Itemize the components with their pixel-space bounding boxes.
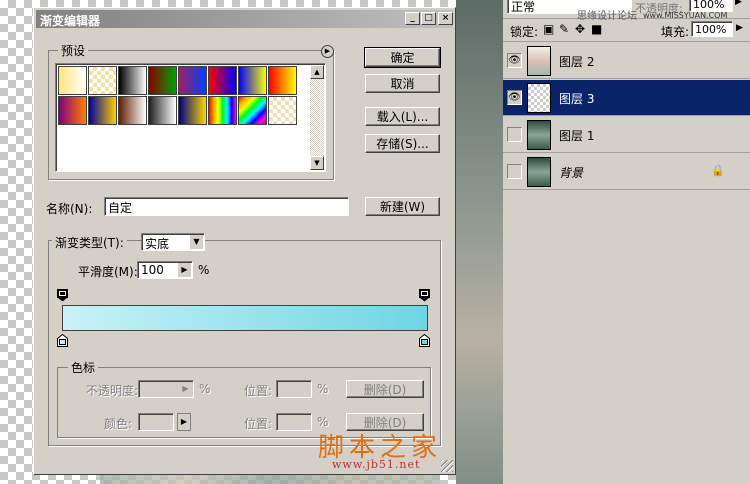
stop-color-location-field[interactable] <box>276 413 312 431</box>
smoothness-field[interactable]: 100 ▶ <box>137 261 193 279</box>
chevron-right-icon[interactable]: ▶ <box>178 263 191 277</box>
layer-name[interactable]: 背景 <box>559 164 583 181</box>
gradient-preview-bar[interactable] <box>62 305 428 331</box>
new-button[interactable]: 新建(W) <box>365 197 440 216</box>
name-label: 名称(N): <box>46 202 93 216</box>
stop-color-location-label: 位置: <box>244 417 273 431</box>
watermark-url: www.jb51.net <box>332 458 421 471</box>
delete-opacity-stop-button[interactable]: 删除(D) <box>346 380 424 398</box>
gradient-editor-dialog: 渐变编辑器 _ □ × 预设 ▶ ▲ ▼ 确定 取消 载入(L)... 存储(S)… <box>33 7 456 475</box>
resize-grip[interactable] <box>441 460 453 472</box>
preset-swatch[interactable] <box>118 96 147 125</box>
presets-menu-arrow-icon[interactable]: ▶ <box>321 45 334 58</box>
eye-icon[interactable]: 👁 <box>507 53 522 68</box>
preset-swatch[interactable] <box>268 96 297 125</box>
load-button[interactable]: 载入(L)... <box>365 107 440 126</box>
scroll-up-icon[interactable]: ▲ <box>310 65 324 79</box>
preset-swatch[interactable] <box>88 66 117 95</box>
color-stop-right[interactable] <box>419 333 430 347</box>
lock-transparent-icon[interactable]: ▣ <box>543 22 554 36</box>
smoothness-label: 平滑度(M): <box>78 265 138 279</box>
fill-label: 填充: <box>661 25 690 39</box>
stop-opacity-label: 不透明度: <box>86 384 139 398</box>
layer-row-1[interactable]: 图层 1 <box>503 117 750 153</box>
visibility-toggle[interactable] <box>507 164 522 179</box>
presets-list: ▲ ▼ <box>55 63 326 172</box>
preset-swatch[interactable] <box>178 66 207 95</box>
stop-opacity-location-percent: % <box>317 382 329 396</box>
stop-opacity-percent: % <box>199 382 211 396</box>
chevron-right-icon[interactable]: ▶ <box>735 0 742 7</box>
save-button[interactable]: 存储(S)... <box>365 134 440 153</box>
close-button[interactable]: × <box>438 12 453 25</box>
layer-thumbnail <box>527 157 551 187</box>
smoothness-value: 100 <box>141 263 164 277</box>
opacity-field[interactable]: 100% <box>689 0 733 12</box>
preset-swatch[interactable] <box>88 96 117 125</box>
layer-row-2[interactable]: 👁 图层 2 <box>503 43 750 79</box>
preset-swatch[interactable] <box>148 96 177 125</box>
dialog-titlebar[interactable]: 渐变编辑器 _ □ × <box>36 10 453 28</box>
lock-all-icon[interactable]: ■ <box>591 22 602 36</box>
stops-label: 色标 <box>68 359 99 376</box>
visibility-toggle[interactable] <box>507 127 522 142</box>
smoothness-percent: % <box>198 263 210 277</box>
cancel-button[interactable]: 取消 <box>365 74 440 93</box>
preset-swatch[interactable] <box>148 66 177 95</box>
preset-swatch[interactable] <box>58 96 87 125</box>
lock-label: 锁定: <box>510 25 539 39</box>
gradient-type-label: 渐变类型(T): <box>52 234 127 251</box>
minimize-button[interactable]: _ <box>405 12 420 25</box>
gradient-type-select[interactable]: 实底 ▼ <box>141 233 205 251</box>
dialog-title: 渐变编辑器 <box>40 14 101 28</box>
canvas-image-edge-right <box>456 0 503 484</box>
preset-swatch[interactable] <box>238 66 267 95</box>
presets-scrollbar[interactable]: ▲ ▼ <box>310 65 324 170</box>
preset-swatch[interactable] <box>58 66 87 95</box>
layers-toolbar: 正常 思缘设计论坛 不透明度: www.MISSYUAN.COM 100% ▶ <box>503 0 750 22</box>
blend-mode-value: 正常 <box>511 0 536 14</box>
opacity-value: 100% <box>693 0 725 11</box>
fill-value: 100% <box>695 23 727 36</box>
preset-swatch[interactable] <box>208 96 237 125</box>
lock-paint-icon[interactable]: ✎ <box>559 22 569 36</box>
color-menu-arrow-icon[interactable]: ▶ <box>177 413 191 431</box>
preset-swatch[interactable] <box>268 66 297 95</box>
name-field[interactable]: 自定 <box>104 197 349 216</box>
layer-thumbnail <box>527 46 551 76</box>
gradient-type-value: 实底 <box>145 237 170 251</box>
stop-opacity-location-field[interactable] <box>276 380 312 398</box>
layer-row-3[interactable]: 👁 图层 3 <box>503 80 750 116</box>
scroll-down-icon[interactable]: ▼ <box>310 156 324 170</box>
preset-swatch[interactable] <box>118 66 147 95</box>
opacity-stop-right[interactable] <box>419 289 430 302</box>
layer-row-background[interactable]: 背景 🔒 <box>503 154 750 190</box>
lock-bar: 锁定: ▣ ✎ ✥ ■ 填充: 100% ▶ <box>503 19 750 42</box>
opacity-stop-left[interactable] <box>57 289 68 302</box>
layer-thumbnail <box>527 120 551 150</box>
eye-icon[interactable]: 👁 <box>507 90 522 105</box>
stop-color-swatch[interactable] <box>138 413 174 431</box>
chevron-down-icon: ▼ <box>190 235 203 249</box>
ok-button[interactable]: 确定 <box>364 47 441 68</box>
lock-position-icon[interactable]: ✥ <box>575 22 585 36</box>
layer-name[interactable]: 图层 2 <box>559 53 594 70</box>
stop-opacity-field[interactable]: ▶ <box>138 380 194 398</box>
layer-name[interactable]: 图层 3 <box>559 90 594 107</box>
chevron-right-icon[interactable]: ▶ <box>736 23 743 33</box>
chevron-right-icon: ▶ <box>182 384 189 393</box>
preset-swatch[interactable] <box>238 96 267 125</box>
preset-swatch[interactable] <box>178 96 207 125</box>
preset-swatch[interactable] <box>208 66 237 95</box>
lock-icon: 🔒 <box>711 164 725 177</box>
layer-name[interactable]: 图层 1 <box>559 127 594 144</box>
fill-field[interactable]: 100% <box>691 21 733 37</box>
layer-thumbnail <box>527 83 551 113</box>
color-stop-left[interactable] <box>57 333 68 347</box>
maximize-button[interactable]: □ <box>421 12 436 25</box>
stop-opacity-location-label: 位置: <box>244 384 273 398</box>
stop-color-label: 颜色: <box>104 417 133 431</box>
presets-label: 预设 <box>58 42 89 59</box>
layers-panel: 正常 思缘设计论坛 不透明度: www.MISSYUAN.COM 100% ▶ … <box>503 0 750 484</box>
